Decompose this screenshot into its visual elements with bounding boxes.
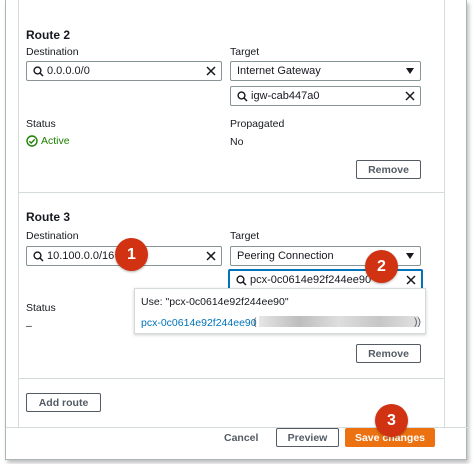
route2-propagated-value: No [230,136,244,148]
route2-propagated-label: Propagated [230,118,285,130]
clear-icon[interactable] [206,66,216,76]
route3-target-value: pcx-0c0614e92f244ee90 [250,274,372,286]
search-icon [237,90,248,102]
route2-target-select-value: Internet Gateway [237,65,321,77]
route-table-editor: Route 2 Destination 0.0.0.0/0 Target Int… [5,0,468,460]
route2-status: Active [26,135,70,147]
route-divider [18,192,445,193]
option-close-paren: )) [414,316,421,328]
route2-remove-button[interactable]: Remove [356,160,421,179]
route2-target-label: Target [230,46,260,58]
check-circle-icon [26,135,38,147]
route3-status-value: – [26,320,32,332]
route2-status-value: Active [41,135,70,147]
clear-icon[interactable] [206,251,216,261]
option-open-paren: ( [253,316,257,328]
step-badge-3: 3 [375,404,408,437]
search-icon [33,250,44,262]
route2-target-value: igw-cab447a0 [251,90,320,102]
route3-destination-label: Destination [26,230,79,242]
redacted-description [259,316,419,327]
target-suggestions-dropdown: Use: "pcx-0c0614e92f244ee90" pcx-0c0614e… [134,288,426,334]
caret-down-icon [406,253,414,259]
route2-destination-input[interactable]: 0.0.0.0/0 [26,61,222,81]
clear-icon[interactable] [405,91,415,101]
route2-target-select[interactable]: Internet Gateway [230,61,421,81]
add-route-button[interactable]: Add route [26,393,101,412]
clear-icon[interactable] [406,275,416,285]
route3-remove-button[interactable]: Remove [356,344,421,363]
route2-title: Route 2 [26,28,71,42]
step-badge-1: 1 [115,238,148,271]
preview-button[interactable]: Preview [276,428,339,447]
routes-divider [18,378,445,379]
caret-down-icon [406,68,414,74]
route2-target-input[interactable]: igw-cab447a0 [230,86,421,106]
use-typed-value-option[interactable]: Use: "pcx-0c0614e92f244ee90" [141,296,289,308]
route2-status-label: Status [26,118,56,130]
step-badge-2: 2 [365,250,398,283]
search-icon [236,274,247,286]
route2-destination-value: 0.0.0.0/0 [47,65,90,77]
route3-status-label: Status [26,302,56,314]
route3-title: Route 3 [26,210,71,224]
peering-connection-option[interactable]: pcx-0c0614e92f244ee90 [141,317,257,329]
route3-target-label: Target [230,230,260,242]
route2-destination-label: Destination [26,46,79,58]
route3-destination-value: 10.100.0.0/16 [47,250,115,262]
search-icon [33,65,44,77]
cancel-button[interactable]: Cancel [224,432,258,444]
